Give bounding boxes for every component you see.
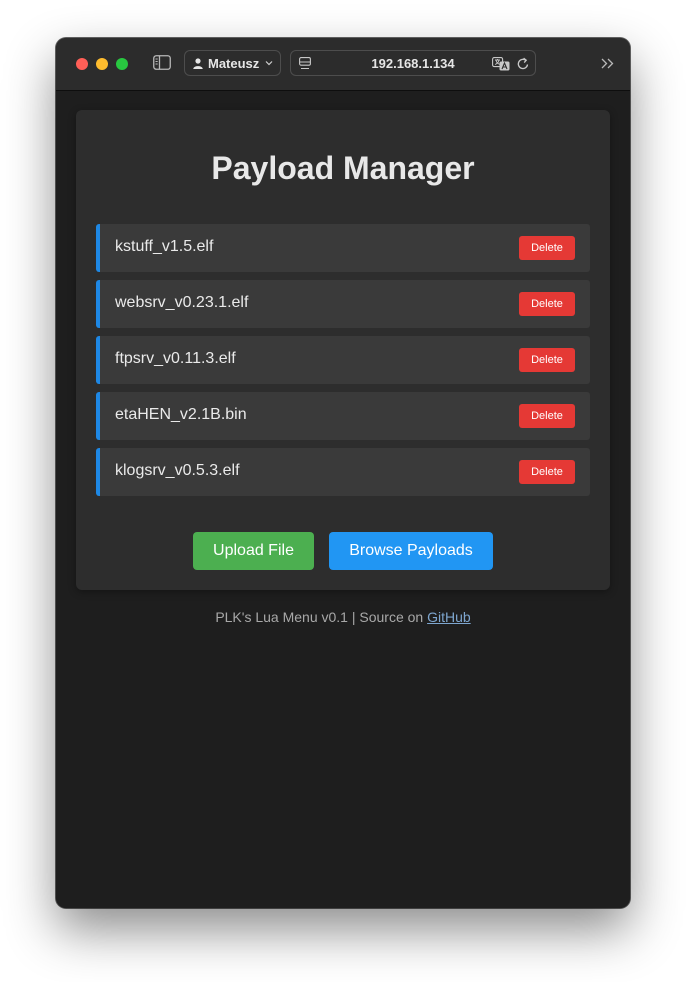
close-window-button[interactable]	[76, 58, 88, 70]
delete-button[interactable]: Delete	[519, 292, 575, 316]
profile-button[interactable]: Mateusz	[184, 50, 281, 76]
upload-file-button[interactable]: Upload File	[193, 532, 314, 570]
action-buttons: Upload File Browse Payloads	[76, 532, 610, 570]
delete-button[interactable]: Delete	[519, 460, 575, 484]
profile-name: Mateusz	[208, 55, 260, 71]
list-item: etaHEN_v2.1B.bin Delete	[96, 392, 590, 440]
payload-name: kstuff_v1.5.elf	[115, 238, 214, 255]
chevron-double-right-icon[interactable]	[601, 58, 614, 69]
delete-button[interactable]: Delete	[519, 404, 575, 428]
delete-button[interactable]: Delete	[519, 236, 575, 260]
minimize-window-button[interactable]	[96, 58, 108, 70]
page-title: Payload Manager	[211, 150, 475, 186]
address-bar[interactable]: 192.168.1.134	[290, 50, 536, 76]
page-content: Payload Manager kstuff_v1.5.elf Delete w…	[56, 91, 630, 908]
list-item: kstuff_v1.5.elf Delete	[96, 224, 590, 272]
sidebar-icon[interactable]	[153, 55, 171, 70]
list-item: ftpsrv_v0.11.3.elf Delete	[96, 336, 590, 384]
browser-window: Mateusz 192.168.1.134 Payload Manager ks…	[56, 38, 630, 908]
payload-name: ftpsrv_v0.11.3.elf	[115, 350, 236, 367]
reload-icon[interactable]	[516, 57, 530, 71]
payload-name: websrv_v0.23.1.elf	[115, 294, 249, 311]
delete-button[interactable]: Delete	[519, 348, 575, 372]
list-item: klogsrv_v0.5.3.elf Delete	[96, 448, 590, 496]
browser-toolbar: Mateusz 192.168.1.134	[56, 38, 630, 91]
github-link[interactable]: GitHub	[427, 609, 471, 625]
person-icon	[193, 57, 203, 69]
page-footer: PLK's Lua Menu v0.1 | Source on GitHub	[56, 609, 630, 625]
payload-name: klogsrv_v0.5.3.elf	[115, 462, 240, 479]
payload-name: etaHEN_v2.1B.bin	[115, 406, 247, 423]
browse-payloads-button[interactable]: Browse Payloads	[329, 532, 493, 570]
translate-icon[interactable]	[492, 57, 510, 71]
chevron-down-icon	[265, 61, 273, 66]
footer-text: PLK's Lua Menu v0.1 | Source on	[215, 609, 428, 625]
list-item: websrv_v0.23.1.elf Delete	[96, 280, 590, 328]
zoom-window-button[interactable]	[116, 58, 128, 70]
payload-manager-card: Payload Manager kstuff_v1.5.elf Delete w…	[76, 110, 610, 590]
payload-list: kstuff_v1.5.elf Delete websrv_v0.23.1.el…	[96, 224, 590, 504]
